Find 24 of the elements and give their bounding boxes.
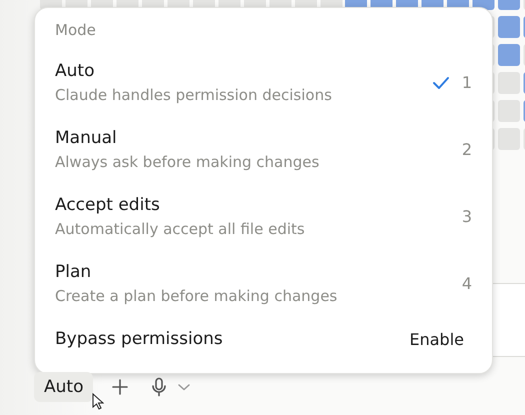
option-label: Auto xyxy=(55,61,96,81)
mode-option[interactable]: Auto Claude handles permission decisions 1 xyxy=(55,49,472,116)
chevron-down-icon[interactable] xyxy=(177,382,192,392)
option-description: Always ask before making changes xyxy=(55,153,320,171)
shortcut-number: 3 xyxy=(460,207,472,226)
bypass-label: Bypass permissions xyxy=(55,329,223,349)
cursor-icon xyxy=(92,393,104,410)
microphone-icon[interactable] xyxy=(151,377,168,397)
enable-button[interactable]: Enable xyxy=(410,330,472,348)
option-description: Claude handles permission decisions xyxy=(55,86,333,104)
option-description: Create a plan before making changes xyxy=(55,287,338,305)
menu-heading: Mode xyxy=(55,21,97,41)
option-label: Plan xyxy=(55,262,92,282)
plus-icon[interactable] xyxy=(111,378,130,396)
shortcut-number: 1 xyxy=(460,73,472,92)
mode-button[interactable]: Auto xyxy=(34,372,94,402)
mode-option[interactable]: Plan Create a plan before making changes 4 xyxy=(55,250,472,317)
option-description: Automatically accept all file edits xyxy=(55,220,306,238)
option-label: Manual xyxy=(55,128,118,148)
option-label: Accept edits xyxy=(55,195,161,215)
mode-option[interactable]: Accept edits Automatically accept all file edits 3 xyxy=(55,183,472,250)
mode-option[interactable]: Manual Always ask before making changes 2 xyxy=(55,116,472,183)
shortcut-number: 2 xyxy=(460,140,472,159)
shortcut-number: 4 xyxy=(460,274,472,293)
